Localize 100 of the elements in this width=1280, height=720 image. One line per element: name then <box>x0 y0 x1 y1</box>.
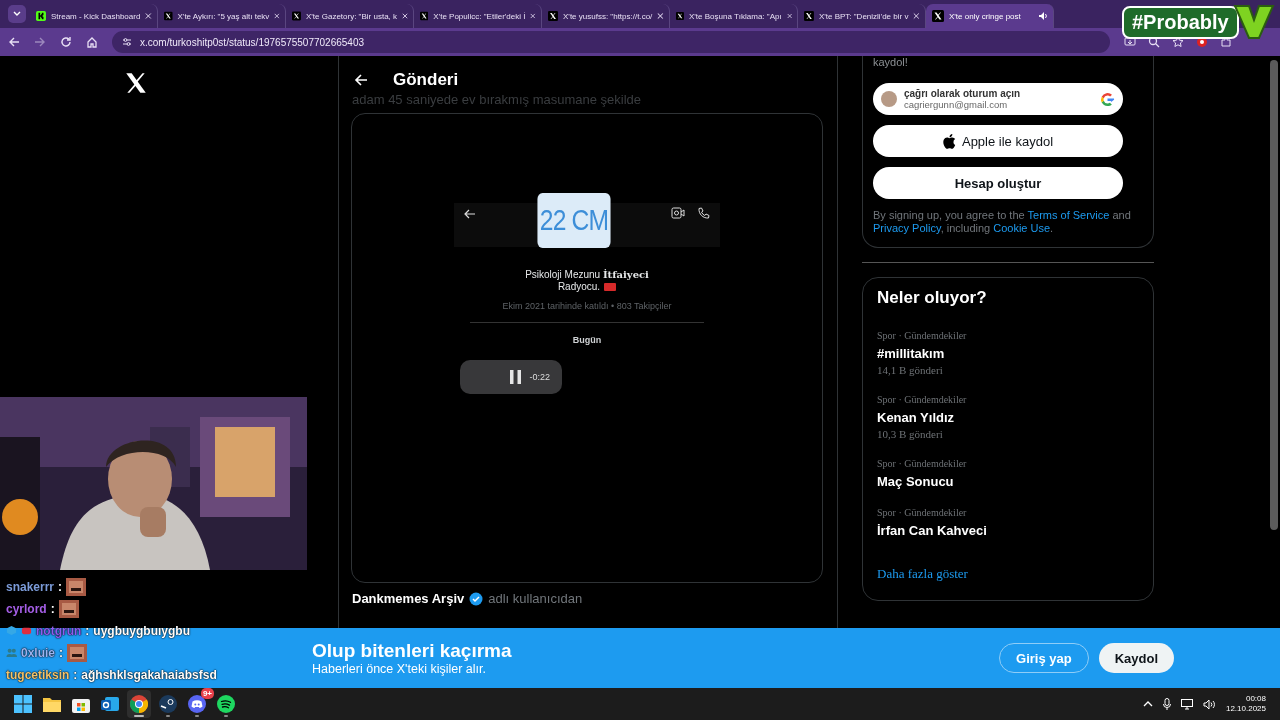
trend-name[interactable]: Kenan Yıldız <box>877 409 1139 426</box>
chat-username: 0xluie <box>21 644 56 661</box>
close-icon[interactable] <box>145 12 152 20</box>
chrome-icon[interactable] <box>130 695 148 713</box>
legal-text: By signing up, you agree to the Terms of Service and Privacy Policy, including Cookie Use. <box>873 209 1132 235</box>
trend-context: Spor · Gündemdekiler <box>877 394 968 406</box>
profile-bio: Psikoloji Mezunu İtfaiyeci Radyocu. <box>525 269 649 293</box>
close-icon[interactable] <box>402 12 408 20</box>
close-icon[interactable] <box>657 12 664 20</box>
notification-badge: 9+ <box>200 688 214 699</box>
folder-icon[interactable] <box>43 696 61 712</box>
source-label: adlı kullanıcıdan <box>488 591 583 606</box>
emote-icon <box>66 577 87 596</box>
chat-separator: : <box>58 578 63 595</box>
source-account[interactable]: Dankmemes Arşiv <box>352 591 465 606</box>
trend-context: Spor · Gündemdekiler <box>877 330 968 342</box>
spotify-icon[interactable] <box>217 695 235 713</box>
discord-icon[interactable] <box>188 695 206 713</box>
signup-text: kaydol! <box>873 56 909 68</box>
back-icon[interactable] <box>8 36 20 48</box>
v-logo-icon <box>1232 4 1275 40</box>
profile-stats: Ekim 2021 tarihinde katıldı • 803 Takipçiler <box>502 301 672 311</box>
install-icon[interactable] <box>1124 36 1136 48</box>
x-logo-icon <box>164 10 173 22</box>
legal-link[interactable]: Cookie Use <box>993 222 1051 234</box>
home-icon[interactable] <box>86 36 98 48</box>
video-call-icon <box>671 207 685 219</box>
speaker-icon <box>1038 11 1048 21</box>
phone-icon <box>697 207 710 220</box>
x-logo-icon <box>676 10 684 22</box>
scrollbar[interactable] <box>1270 60 1278 530</box>
x-logo-icon <box>123 70 149 96</box>
chat-message: uygbuygbuıygbu <box>93 622 190 639</box>
chevron-up-icon[interactable] <box>1142 700 1153 708</box>
chat-separator: : <box>73 666 78 683</box>
google-signin-button[interactable]: çağrı olarak oturum açın cagriergunn@gmail.com <box>873 83 1123 115</box>
close-icon[interactable] <box>274 12 280 20</box>
microphone-icon[interactable] <box>1162 698 1171 710</box>
pause-icon <box>510 370 522 384</box>
close-icon[interactable] <box>786 12 792 20</box>
create-account-button[interactable]: Hesap oluştur <box>873 167 1123 199</box>
signup-button[interactable]: Kaydol <box>1098 643 1174 673</box>
legal-link[interactable]: Privacy Policy <box>873 222 941 234</box>
people-badge-icon <box>6 647 17 658</box>
chat-separator: : <box>50 600 55 617</box>
section-title: Neler oluyor? <box>877 288 988 308</box>
apple-signup-button[interactable]: Apple ile kaydol <box>873 125 1123 157</box>
kick-logo-icon <box>36 10 46 22</box>
steam-icon[interactable] <box>159 695 177 713</box>
puzzle-icon[interactable] <box>1220 36 1232 48</box>
tab-list-button[interactable] <box>8 5 26 23</box>
trend-context: Spor · Gündemdekiler <box>877 458 968 470</box>
close-icon[interactable] <box>530 12 536 20</box>
clock-date[interactable]: 12.10.2025 <box>1225 704 1266 714</box>
show-more-link[interactable]: Daha fazla göster <box>877 566 968 582</box>
trend-context: Spor · Gündemdekiler <box>877 507 968 519</box>
google-logo-icon <box>1100 91 1115 107</box>
name-badge: 22 CM <box>536 192 611 248</box>
avatar-icon <box>881 91 897 107</box>
network-icon[interactable] <box>1180 698 1193 710</box>
volume-icon[interactable] <box>1202 698 1216 710</box>
x-logo-icon <box>548 10 558 22</box>
mail-app-icon[interactable] <box>101 695 119 713</box>
chat-separator: : <box>59 644 64 661</box>
banner-title: Olup bitenleri kaçırma <box>312 640 513 662</box>
back-icon[interactable] <box>353 72 369 88</box>
back-icon <box>464 209 476 219</box>
voice-message[interactable]: -0:22 <box>460 360 562 394</box>
clock-time[interactable]: 00:08 <box>1245 694 1266 704</box>
reload-icon[interactable] <box>60 36 72 48</box>
apple-logo-icon <box>942 133 956 149</box>
x-logo-icon <box>420 10 429 22</box>
trend-count: 10,3 B gönderi <box>877 427 944 441</box>
chat-username: snakerrr <box>6 578 55 595</box>
camera-badge-icon <box>21 625 32 636</box>
cube-badge-icon <box>6 625 17 636</box>
forward-icon[interactable] <box>34 36 46 48</box>
chat-message: ağhshklsgakahaiabsfsd <box>81 666 217 683</box>
legal-link[interactable]: Terms of Service <box>1027 209 1110 221</box>
trend-name[interactable]: İrfan Can Kahveci <box>877 522 1139 539</box>
video-player[interactable]: 22 CM Psikoloji Mezunu İtfaiyeci Radyocu. Ekim 2021 tarihinde katıldı • 803 Takipçiler Bugün -0:22 <box>351 113 823 583</box>
caret-icon <box>13 11 21 17</box>
x-logo-icon <box>804 10 814 22</box>
close-icon[interactable] <box>913 12 920 20</box>
browser-tab[interactable]: X'te only cringe post <box>926 4 1054 28</box>
chat-username: notgrun <box>36 622 82 639</box>
site-settings-icon[interactable] <box>122 37 132 47</box>
banner-subtitle: Haberleri önce X'teki kişiler alır. <box>312 662 487 676</box>
post-text: adam 45 saniyede ev bırakmış masumane şekilde <box>351 92 643 108</box>
star-icon[interactable] <box>1172 36 1184 48</box>
x-logo-icon <box>292 10 301 22</box>
trend-name[interactable]: #millitakım <box>877 345 1139 362</box>
trend-name[interactable]: Maç Sonucu <box>877 473 1139 490</box>
x-logo-icon <box>932 10 944 22</box>
address-bar[interactable]: x.com/turkoshitp0st/status/1976575507702665403 <box>112 31 1110 53</box>
page-title: Gönderi <box>393 70 459 90</box>
date-divider: Bugün <box>572 335 602 345</box>
chat-separator: : <box>85 622 90 639</box>
chat-username: tugcetiksin <box>6 666 70 683</box>
windows-icon[interactable] <box>14 695 32 713</box>
